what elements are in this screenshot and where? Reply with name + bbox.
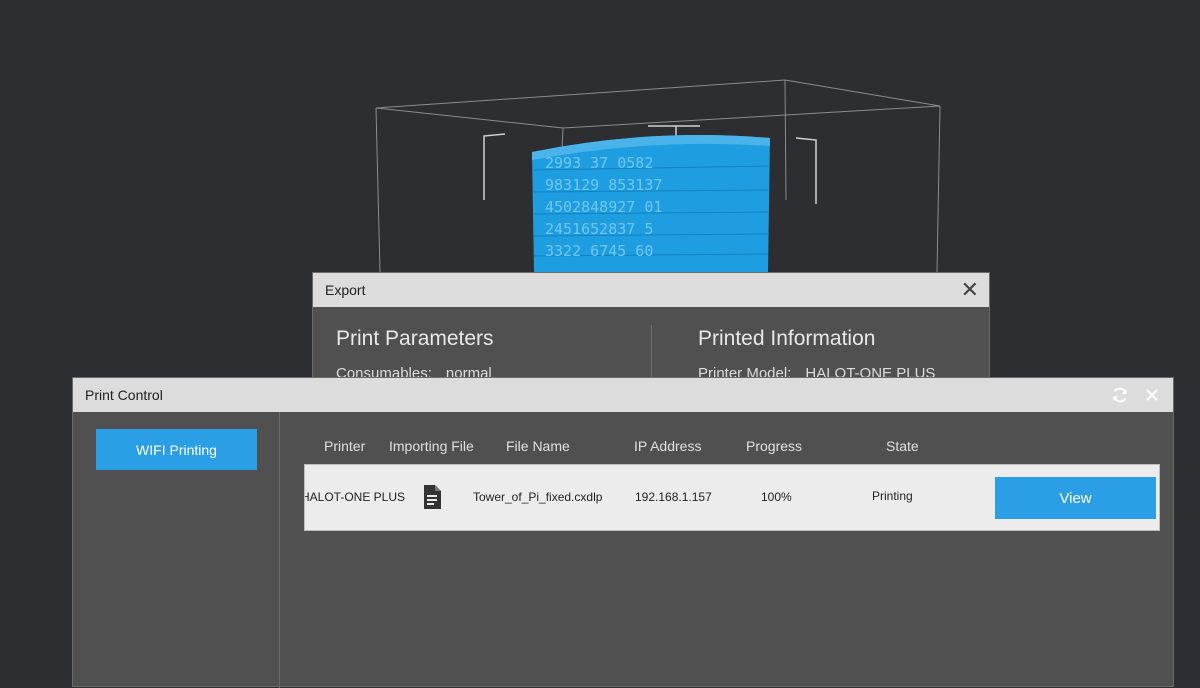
print-parameters-heading: Print Parameters <box>336 327 494 350</box>
export-title: Export <box>325 282 366 298</box>
column-header-importing-file: Importing File <box>389 438 474 454</box>
state-cell: Printing <box>872 489 913 503</box>
export-titlebar[interactable]: Export ✕ <box>313 273 989 307</box>
svg-text:983129 853137: 983129 853137 <box>545 176 662 194</box>
view-button[interactable]: View <box>995 477 1156 519</box>
close-icon[interactable] <box>1143 386 1161 404</box>
progress-cell: 100% <box>761 490 792 504</box>
titlebar-actions <box>1111 386 1161 404</box>
wifi-printing-button[interactable]: WIFI Printing <box>96 429 257 470</box>
print-control-titlebar[interactable]: Print Control <box>73 378 1173 412</box>
printed-information-heading: Printed Information <box>698 327 876 350</box>
svg-text:3322 6745 60: 3322 6745 60 <box>545 242 653 260</box>
close-icon[interactable]: ✕ <box>961 279 979 301</box>
svg-text:2993 37 0582: 2993 37 0582 <box>545 154 653 172</box>
svg-text:2451652837 5: 2451652837 5 <box>545 220 653 238</box>
printed-information-section: Printed Information Printer Model: HALOT-… <box>698 327 935 382</box>
ip-address-cell: 192.168.1.157 <box>635 490 712 504</box>
print-parameters-section: Print Parameters Consumables: normal <box>336 327 494 382</box>
tower-model: 2993 37 0582 983129 853137 4502848927 01… <box>532 135 770 272</box>
print-control-title: Print Control <box>85 387 163 403</box>
refresh-icon[interactable] <box>1111 386 1129 404</box>
file-name-cell: Tower_of_Pi_fixed.cxdlp <box>473 490 603 504</box>
table-row[interactable]: HALOT-ONE PLUS Tower_of_Pi_fixed.cxdlp 1… <box>304 464 1160 531</box>
document-icon[interactable] <box>422 484 442 515</box>
printer-cell: HALOT-ONE PLUS <box>304 490 406 504</box>
column-header-progress: Progress <box>746 438 803 454</box>
column-header-ip-address: IP Address <box>634 438 702 454</box>
print-control-sidebar: WIFI Printing <box>73 412 280 688</box>
svg-text:4502848927 01: 4502848927 01 <box>545 198 662 216</box>
column-header-file-name: File Name <box>506 438 570 454</box>
print-control-dialog: Print Control WIFI Printing Printer Impo… <box>72 377 1174 688</box>
column-header-printer: Printer <box>324 438 366 454</box>
column-header-state: State <box>886 438 919 454</box>
